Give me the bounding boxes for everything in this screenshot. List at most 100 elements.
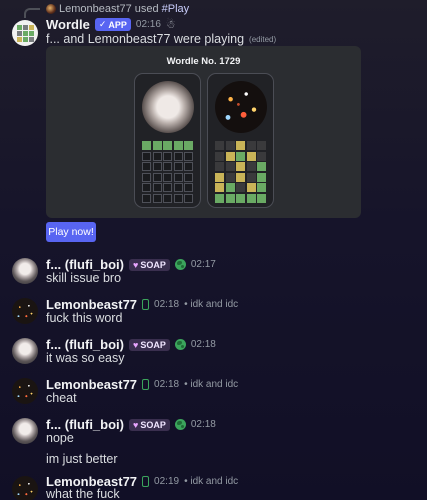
guild-tag[interactable]: ♥ SOAP	[128, 338, 170, 351]
wordle-tile	[257, 193, 266, 203]
author-name[interactable]: Lemonbeast77	[46, 377, 137, 392]
wordle-tile	[152, 193, 162, 203]
guild-tag-label: SOAP	[140, 419, 166, 430]
message-header: f... (flufi_boi) ♥ SOAP 02:18	[46, 337, 216, 352]
wordle-tile	[163, 162, 172, 171]
wordle-tile	[225, 172, 235, 182]
message-header: Lemonbeast77 02:18 • idk and idc	[46, 297, 238, 312]
wordle-tile	[215, 141, 224, 150]
wordle-tile	[225, 141, 235, 150]
wordle-tile	[163, 151, 172, 161]
avatar[interactable]	[12, 476, 38, 500]
author-name[interactable]: Wordle	[46, 17, 90, 32]
message-text: fuck this word	[46, 311, 123, 325]
author-name[interactable]: f... (flufi_boi)	[46, 337, 124, 352]
timestamp: 02:18	[154, 379, 180, 390]
wordle-tile	[184, 162, 193, 171]
message-text: im just better	[46, 452, 118, 466]
wordle-tile	[257, 141, 266, 150]
avatar[interactable]	[12, 418, 38, 444]
custom-status: • idk and idc	[184, 379, 239, 390]
reply-header[interactable]: Lemonbeast77 used #Play	[46, 3, 189, 15]
guild-tag-label: SOAP	[140, 259, 166, 270]
wordle-text-row: f... and Lemonbeast77 were playing (edit…	[46, 32, 276, 46]
wordle-tile	[173, 141, 183, 150]
wordle-board	[215, 141, 266, 203]
heart-icon: ♥	[132, 419, 139, 430]
wordle-tile	[246, 193, 256, 203]
wordle-tile	[236, 162, 245, 171]
globe-icon	[174, 259, 186, 270]
avatar[interactable]	[12, 298, 38, 324]
wordle-tile	[163, 172, 172, 182]
wordle-tile	[257, 183, 266, 192]
wordle-header: Wordle ✓ APP 02:16 ☃	[46, 17, 178, 32]
player-panel-flufi	[134, 73, 201, 208]
wordle-tile	[142, 193, 151, 203]
wordle-tile	[246, 162, 256, 171]
custom-status: • idk and idc	[184, 476, 239, 487]
reply-avatar	[46, 4, 56, 14]
wordle-tile	[236, 151, 245, 161]
wordle-embed-card: Wordle No. 1729	[46, 46, 361, 218]
avatar[interactable]	[12, 258, 38, 284]
wordle-tile	[152, 183, 162, 192]
wordle-tile	[225, 183, 235, 192]
globe-icon	[174, 419, 186, 430]
wordle-tile	[152, 151, 162, 161]
message-text: f... and Lemonbeast77 were playing	[46, 32, 245, 46]
message-text: it was so easy	[46, 351, 125, 365]
player-avatar	[215, 81, 267, 133]
wordle-tile	[236, 172, 245, 182]
wordle-tile	[236, 193, 245, 203]
author-name[interactable]: f... (flufi_boi)	[46, 257, 124, 272]
play-now-button[interactable]: Play now!	[46, 222, 96, 242]
timestamp: 02:17	[190, 259, 216, 270]
timestamp: 02:18	[190, 339, 216, 350]
wordle-tile	[236, 183, 245, 192]
wordle-tile	[225, 193, 235, 203]
globe-icon	[174, 339, 186, 350]
wordle-tile	[215, 162, 224, 171]
guild-tag[interactable]: ♥ SOAP	[128, 418, 170, 431]
reply-connector	[24, 8, 40, 18]
wordle-tile	[215, 193, 224, 203]
avatar[interactable]	[12, 378, 38, 404]
wordle-tile	[142, 162, 151, 171]
wordle-tile	[257, 172, 266, 182]
wordle-tile	[173, 162, 183, 171]
card-title: Wordle No. 1729	[166, 56, 241, 67]
wordle-tile	[215, 172, 224, 182]
timestamp: 02:16	[135, 19, 161, 30]
wordle-board	[142, 141, 193, 203]
wordle-tile	[142, 151, 151, 161]
wordle-tile	[257, 162, 266, 171]
activity-icon: ☃	[165, 18, 176, 31]
wordle-avatar[interactable]	[12, 20, 38, 46]
wordle-tile	[246, 183, 256, 192]
heart-icon: ♥	[132, 339, 139, 350]
player-panel-lemonbeast	[207, 73, 274, 208]
guild-tag[interactable]: ♥ SOAP	[128, 258, 170, 271]
wordle-tile	[173, 183, 183, 192]
wordle-tile	[163, 183, 172, 192]
wordle-tile	[184, 193, 193, 203]
wordle-tile	[225, 162, 235, 171]
wordle-tile	[163, 141, 172, 150]
wordle-tile	[246, 172, 256, 182]
message-header: f... (flufi_boi) ♥ SOAP 02:18	[46, 417, 216, 432]
reply-command[interactable]: #Play	[162, 3, 190, 15]
wordle-tile	[184, 141, 193, 150]
message-text: nope	[46, 431, 74, 445]
author-name[interactable]: Lemonbeast77	[46, 297, 137, 312]
wordle-tile	[215, 151, 224, 161]
wordle-tile	[246, 151, 256, 161]
reply-username[interactable]: Lemonbeast77	[59, 3, 132, 15]
guild-tag-label: SOAP	[140, 339, 166, 350]
verified-check-icon: ✓	[98, 19, 107, 29]
message-text: what the fuck	[46, 487, 120, 500]
avatar[interactable]	[12, 338, 38, 364]
app-badge-label: APP	[108, 19, 127, 30]
author-name[interactable]: f... (flufi_boi)	[46, 417, 124, 432]
mobile-icon	[142, 379, 150, 390]
